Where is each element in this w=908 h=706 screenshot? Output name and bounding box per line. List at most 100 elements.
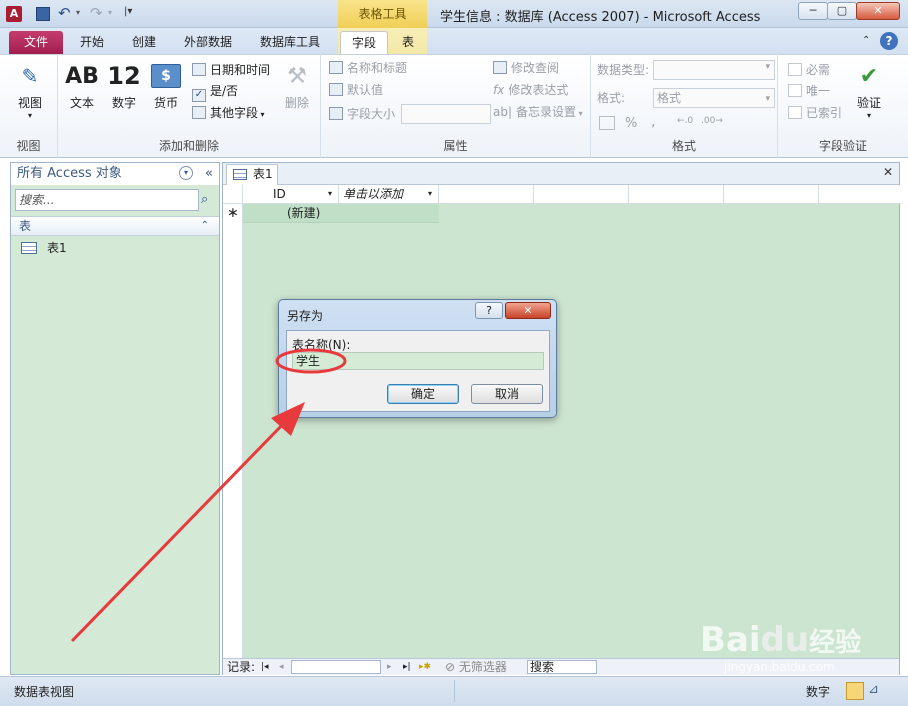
status-view-label: 数据表视图 [14, 685, 75, 699]
currency-format-icon [599, 116, 615, 130]
datetime-field-button[interactable]: 日期和时间 [192, 60, 270, 80]
record-search-input[interactable]: 搜索 [527, 660, 597, 674]
maximize-button[interactable]: ▢ [827, 2, 857, 20]
help-icon[interactable]: ? [880, 32, 898, 50]
modify-lookups-button: 修改查阅 [493, 58, 559, 78]
undo-dropdown-icon[interactable]: ▾ [76, 8, 80, 17]
table-name-label: 表名称(N): [292, 338, 351, 352]
close-button[interactable]: ✕ [856, 2, 900, 20]
redo-dropdown-icon: ▾ [108, 8, 113, 17]
nav-dropdown-icon[interactable]: ▾ [179, 166, 193, 180]
select-all-corner[interactable] [223, 185, 243, 204]
datasheet-view-icon[interactable] [846, 682, 864, 700]
customize-toolbar-icon[interactable]: |▾ [124, 6, 132, 17]
data-type-label: 数据类型: [597, 63, 650, 77]
tab-table[interactable]: 表 [394, 31, 422, 54]
title-bar: A ↶ ▾ ↷ ▾ |▾ 表格工具 学生信息 : 数据库 (Access 200… [0, 0, 908, 28]
number-field-button[interactable]: 12 数字 [106, 60, 142, 111]
new-record-icon[interactable]: ▸✱ [419, 659, 431, 675]
required-checkbox-icon [788, 63, 802, 76]
tab-database-tools[interactable]: 数据库工具 [252, 31, 328, 54]
new-record-label: (新建) [287, 206, 321, 220]
number-12-icon: 12 [107, 62, 141, 90]
no-filter-button[interactable]: ⊘ 无筛选器 [445, 659, 507, 675]
prev-record-icon[interactable]: ◂ [279, 659, 284, 675]
first-record-icon[interactable]: |◂ [261, 659, 269, 675]
group-formatting-label: 格式 [671, 139, 696, 153]
format-value: 格式 [657, 91, 682, 105]
status-mode-label: 数字 [806, 685, 831, 699]
nav-search-icon[interactable]: ⌕ [201, 192, 208, 207]
ribbon-collapse-icon[interactable]: ⌃ [862, 35, 870, 46]
last-record-icon[interactable]: ▸| [403, 659, 411, 675]
validation-button[interactable]: ✔ 验证 ▾ [852, 60, 886, 121]
format-label: 格式: [597, 91, 626, 105]
nav-item-table1[interactable]: 表1 [21, 238, 211, 258]
table-tools-header: 表格工具 [338, 0, 427, 28]
number-field-label: 数字 [111, 96, 136, 110]
section-collapse-icon[interactable]: ⌃ [201, 217, 209, 235]
nav-collapse-icon[interactable]: « [205, 163, 213, 185]
more-fields-button[interactable]: 其他字段 ▾ [192, 103, 265, 123]
tab-home[interactable]: 开始 [72, 31, 112, 54]
nav-search-input[interactable]: 搜索... [15, 189, 199, 211]
field-size-label-wrap: 字段大小 [329, 104, 395, 124]
indexed-checkbox: 已索引 [788, 103, 842, 123]
tab-fields[interactable]: 字段 [340, 31, 388, 54]
column-add-dropdown-icon[interactable]: ▾ [428, 185, 432, 203]
ab-memo-icon: ab| [493, 105, 513, 119]
empty-header-area [439, 185, 901, 204]
dialog-body: 表名称(N): 学生 确定 取消 [286, 330, 550, 412]
modify-expression-button: fx 修改表达式 [493, 80, 568, 100]
column-header-id[interactable]: ID ▾ [243, 185, 339, 204]
navigation-pane: 所有 Access 对象 ▾ « 搜索... ⌕ 表 ⌃ 表1 [10, 162, 220, 675]
record-label: 记录: [227, 660, 256, 674]
dialog-help-button[interactable]: ? [475, 302, 503, 319]
undo-icon[interactable]: ↶ [58, 4, 71, 22]
save-icon[interactable] [36, 7, 50, 21]
doc-tab-label: 表1 [253, 167, 273, 181]
next-record-icon[interactable]: ▸ [387, 659, 392, 675]
cancel-button[interactable]: 取消 [471, 384, 543, 404]
more-fields-dropdown-icon: ▾ [258, 110, 265, 119]
column-id-label: ID [273, 187, 286, 201]
dialog-close-button[interactable]: ✕ [505, 302, 551, 319]
tab-file[interactable]: 文件 [9, 31, 63, 54]
column-header-add[interactable]: 单击以添加 ▾ [339, 185, 439, 204]
unique-checkbox-icon [788, 84, 802, 97]
text-field-button[interactable]: AB 文本 [64, 60, 100, 111]
minimize-button[interactable]: ─ [798, 2, 828, 20]
required-checkbox: 必需 [788, 60, 830, 80]
tab-create[interactable]: 创建 [124, 31, 164, 54]
ok-button[interactable]: 确定 [387, 384, 459, 404]
memo-settings-button: ab| 备忘录设置 ▾ [493, 102, 583, 122]
data-type-dropdown-icon: ▾ [765, 62, 770, 72]
required-label: 必需 [806, 63, 831, 77]
field-size-input [401, 104, 491, 124]
currency-field-button[interactable]: $ 货币 [148, 60, 184, 111]
dialog-title: 另存为 [287, 309, 324, 323]
record-number-input[interactable] [291, 660, 381, 674]
unique-label: 唯一 [806, 84, 831, 98]
yesno-label: 是/否 [210, 84, 239, 98]
more-fields-icon [192, 106, 206, 119]
close-document-icon[interactable]: ✕ [883, 165, 893, 179]
nav-item-label: 表1 [47, 241, 67, 255]
memo-dropdown-icon: ▾ [576, 109, 583, 118]
yesno-field-button[interactable]: ✓ 是/否 [192, 81, 239, 102]
format-dropdown: 格式 ▾ [653, 88, 775, 108]
new-record-row[interactable]: (新建) [243, 204, 439, 223]
group-view: ✎ 视图 ▾ 视图 [0, 54, 58, 158]
new-row-marker: ∗ [227, 205, 239, 221]
nav-section-tables[interactable]: 表 ⌃ [11, 216, 219, 236]
view-button[interactable]: ✎ 视图 ▾ [10, 60, 50, 120]
design-view-icon[interactable]: ⊿ [868, 682, 879, 697]
nav-pane-header[interactable]: 所有 Access 对象 ▾ « [11, 163, 219, 185]
document-tab-table1[interactable]: 表1 [226, 164, 278, 185]
tab-external-data[interactable]: 外部数据 [176, 31, 240, 54]
status-divider [454, 680, 455, 702]
currency-field-label: 货币 [153, 96, 178, 110]
table-name-input[interactable]: 学生 [292, 352, 544, 370]
column-id-dropdown-icon[interactable]: ▾ [328, 185, 332, 203]
modify-expression-label: 修改表达式 [508, 83, 569, 97]
